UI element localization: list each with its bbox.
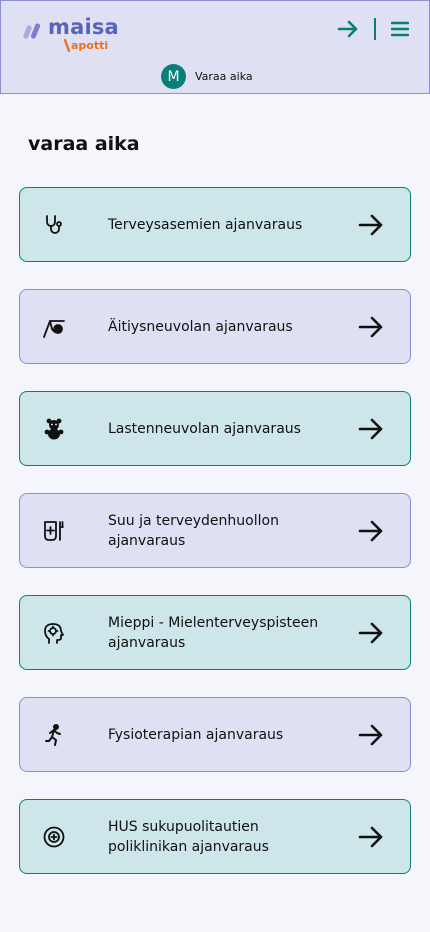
arrow-right-icon (358, 724, 383, 745)
arrow-right-icon (358, 826, 383, 847)
card-label: Terveysasemien ajanvaraus (108, 216, 303, 233)
card-mieppi[interactable]: Mieppi - Mielenterveyspisteen ajanvaraus (19, 595, 411, 670)
card-suu-ja-hammashuolto[interactable]: Suu ja terveydenhuollon ajanvaraus (19, 493, 411, 568)
user-label: Varaa aika (195, 70, 253, 83)
card-lastenneuvola[interactable]: Lastenneuvolan ajanvaraus (19, 391, 411, 466)
card-label: Mieppi - Mielenterveyspisteen ajanvaraus (108, 614, 319, 651)
arrow-right-icon (358, 622, 383, 643)
login-arrow-icon (337, 20, 358, 38)
arrow-right-icon (358, 520, 383, 541)
logo-text: maisa (48, 15, 119, 39)
card-label: Suu ja terveydenhuollon ajanvaraus (108, 512, 279, 549)
card-terveysasemien[interactable]: Terveysasemien ajanvaraus (19, 187, 411, 262)
arrow-right-icon (358, 214, 383, 235)
header-actions (337, 17, 411, 41)
hamburger-menu-icon (391, 21, 409, 37)
stork-baby-icon (43, 319, 65, 338)
menu-button[interactable] (389, 18, 411, 40)
app-header: maisa apotti M Varaa aika (0, 0, 430, 94)
teddy-bear-icon (44, 418, 64, 439)
appointment-list: Terveysasemien ajanvaraus Äitiysneuvolan… (19, 187, 411, 901)
card-label: Äitiysneuvolan ajanvaraus (108, 318, 293, 335)
stethoscope-icon (46, 214, 62, 234)
card-hus-sukupuolitaudit[interactable]: HUS sukupuolitautien poliklinikan ajanva… (19, 799, 411, 874)
apotti-slash-icon (64, 39, 70, 52)
logo-subtext: apotti (71, 39, 109, 52)
login-button[interactable] (337, 18, 359, 40)
card-aitiysneuvola[interactable]: Äitiysneuvolan ajanvaraus (19, 289, 411, 364)
toothpaste-brush-icon (44, 520, 64, 541)
card-label: Fysioterapian ajanvaraus (108, 726, 284, 743)
user-info[interactable]: M Varaa aika (161, 64, 253, 89)
card-label: HUS sukupuolitautien poliklinikan ajanva… (108, 818, 269, 855)
maisa-logo[interactable]: maisa apotti (23, 15, 123, 57)
card-label: Lastenneuvolan ajanvaraus (108, 420, 301, 437)
arrow-right-icon (358, 418, 383, 439)
head-brain-icon (44, 622, 64, 644)
arrow-right-icon (358, 316, 383, 337)
circle-plus-icon (43, 826, 65, 847)
header-divider (374, 18, 376, 40)
card-fysioterapia[interactable]: Fysioterapian ajanvaraus (19, 697, 411, 772)
avatar: M (161, 64, 186, 89)
maisa-logo-mark-icon (23, 23, 41, 39)
running-person-icon (45, 723, 61, 746)
page-title: varaa aika (28, 133, 140, 155)
